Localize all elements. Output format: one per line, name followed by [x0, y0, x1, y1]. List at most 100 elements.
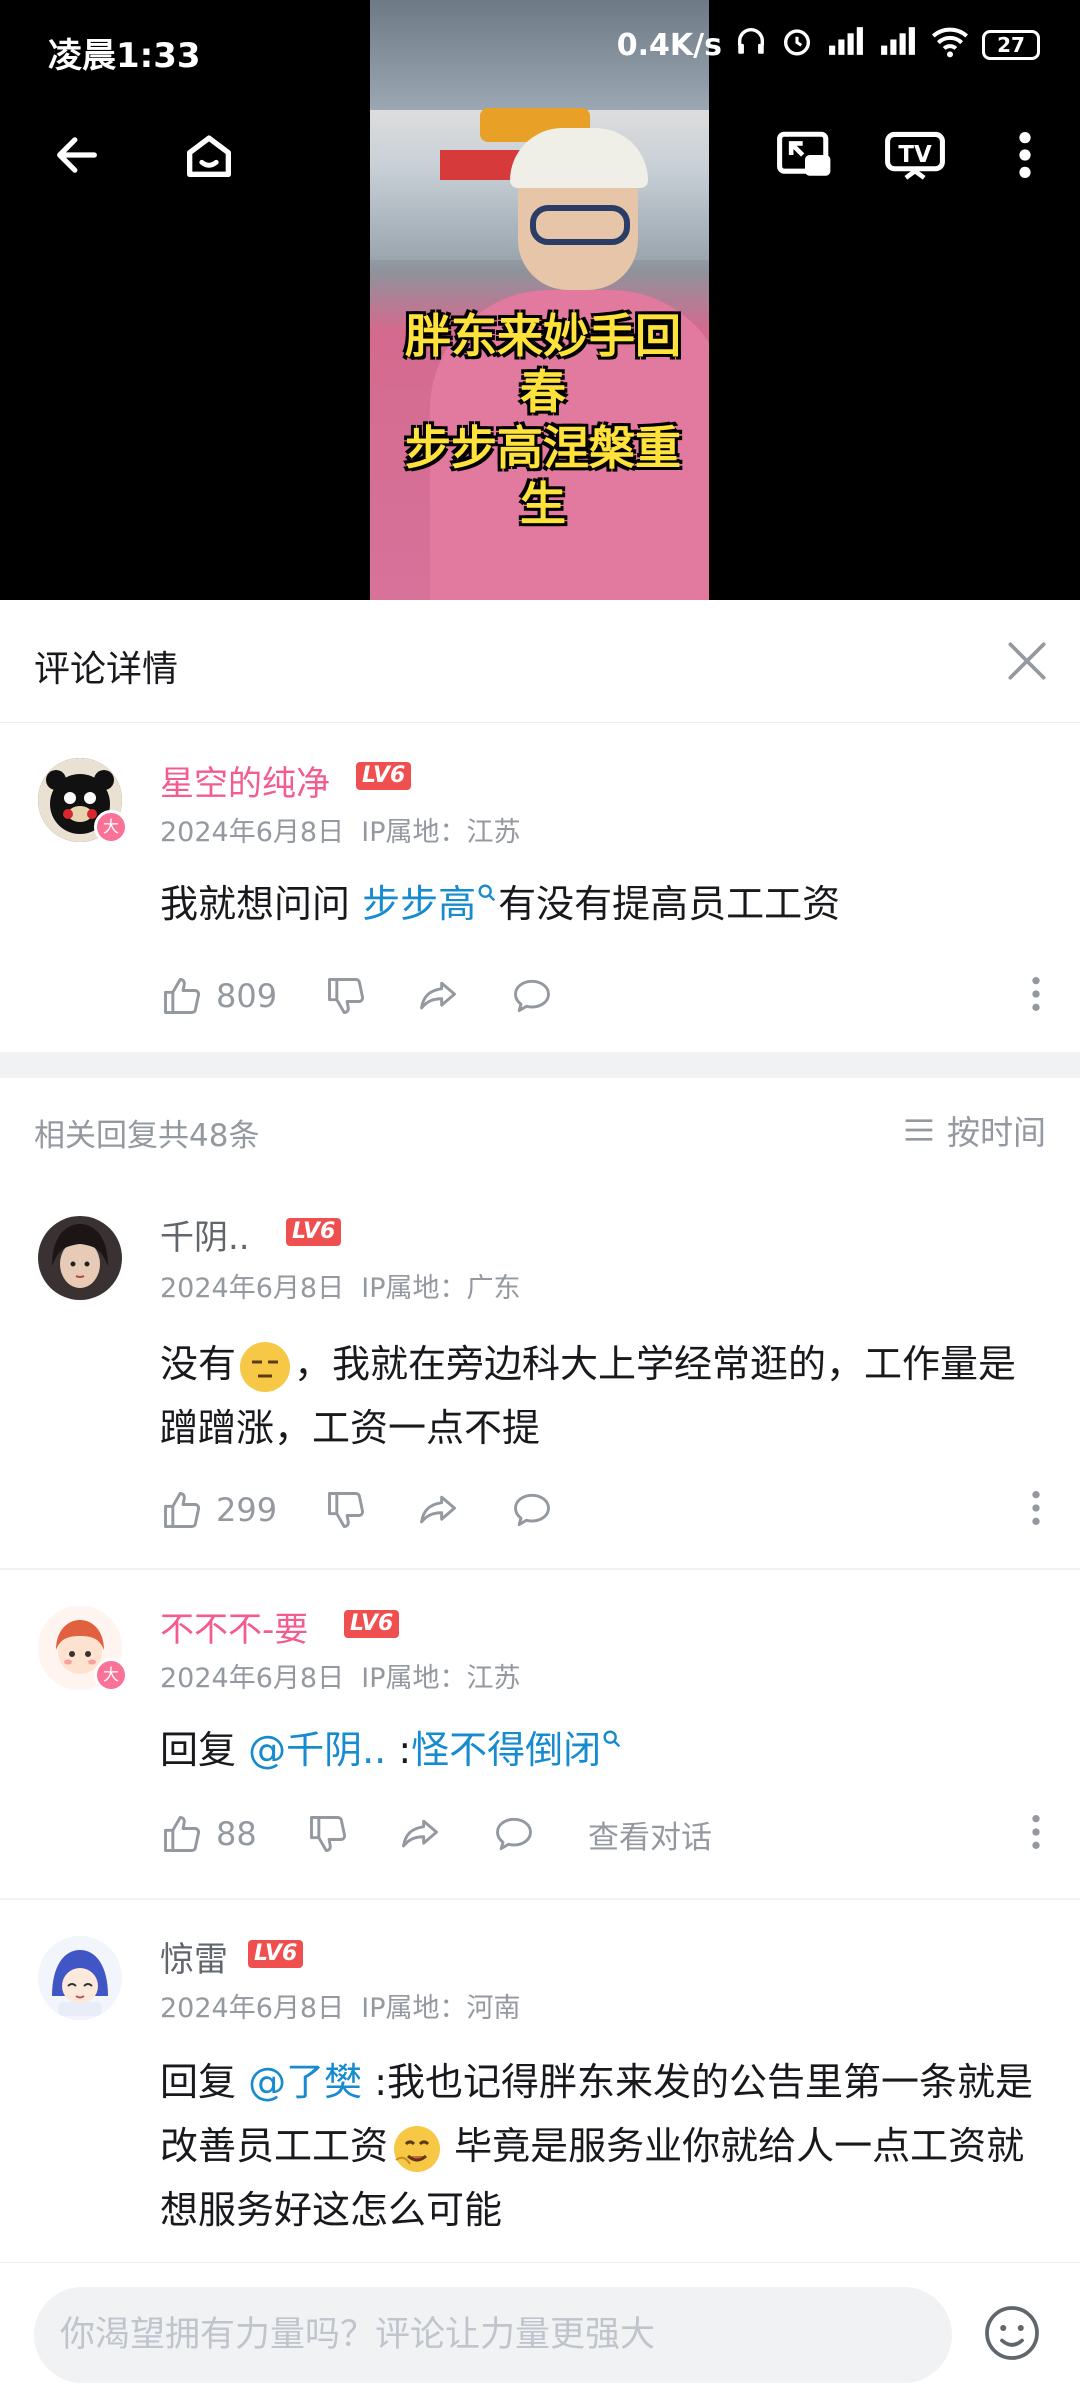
reply-button[interactable] — [492, 1806, 536, 1862]
comment-input-bar — [0, 2262, 1080, 2401]
thumbs-down-icon — [328, 1492, 364, 1528]
menu-lines-icon — [905, 1119, 933, 1141]
username[interactable]: 惊雷 — [160, 1932, 228, 1981]
girl-avatar-icon — [38, 1216, 122, 1300]
username[interactable]: 不不不-要 — [160, 1602, 308, 1651]
comment-text-part: 有没有提高员工工资 — [498, 882, 841, 926]
cast-tv-button[interactable]: TV — [880, 120, 950, 190]
comment-date: 2024年6月8日 — [160, 817, 345, 848]
home-button[interactable] — [174, 120, 244, 190]
thumbs-down-icon — [328, 978, 364, 1014]
username[interactable]: 星空的纯净 — [160, 756, 330, 805]
sort-label: 按时间 — [947, 1113, 1046, 1152]
comment-detail-header: 评论详情 — [0, 600, 1080, 723]
avatar[interactable] — [38, 1216, 122, 1300]
like-count: 299 — [216, 1491, 278, 1529]
reply-count: 相关回复共48条 — [34, 1118, 260, 1154]
reply-prefix: 回复 — [160, 1728, 249, 1772]
network-speed: 0.4K/s — [616, 27, 722, 63]
share-button[interactable] — [398, 1806, 442, 1862]
comment-text-part: 我就想问问 — [160, 882, 363, 926]
level-badge: LV6 — [286, 1218, 342, 1246]
search-link-label: 步步高 — [362, 882, 477, 926]
video-person-glasses — [530, 205, 630, 245]
like-count: 809 — [216, 977, 278, 1015]
reply-button[interactable] — [510, 1482, 554, 1538]
like-button[interactable]: 299 — [160, 1482, 277, 1538]
comment-meta: 2024年6月8日 IP属地：广东 — [160, 1266, 521, 1305]
comment-bubble-icon — [514, 1493, 550, 1527]
status-icons: 0.4K/s 27 — [617, 24, 1040, 66]
username[interactable]: 千阴.. — [160, 1210, 250, 1259]
avatar-badge: 大 — [94, 1658, 128, 1692]
search-link[interactable]: 怪不得倒闭 — [411, 1728, 623, 1772]
share-icon — [402, 1819, 438, 1848]
comment-ip: IP属地：广东 — [361, 1273, 521, 1304]
wifi-icon — [930, 24, 970, 66]
alarm-icon — [780, 24, 814, 66]
headphones-icon — [734, 24, 768, 66]
view-conversation-label: 查看对话 — [588, 1819, 712, 1856]
dislike-button[interactable] — [324, 1482, 368, 1538]
signal-icon-1 — [826, 24, 866, 66]
comment-date: 2024年6月8日 — [160, 1993, 345, 2024]
more-vertical-icon — [1032, 1491, 1040, 1525]
replies-header: 相关回复共48条 按时间 — [0, 1078, 1080, 1178]
comment-more-button[interactable] — [1030, 1812, 1042, 1856]
share-button[interactable] — [416, 968, 460, 1024]
more-vertical-icon — [1032, 977, 1040, 1011]
close-button[interactable] — [1002, 636, 1052, 686]
comment-text-part: 没有 — [160, 1342, 237, 1386]
thumbs-up-icon — [164, 978, 200, 1014]
comment-meta: 2024年6月8日 IP属地：江苏 — [160, 810, 521, 849]
thumbs-up-icon — [164, 1816, 200, 1852]
comment-more-button[interactable] — [1030, 1488, 1042, 1532]
level-badge: LV6 — [356, 762, 412, 790]
comment-more-button[interactable] — [1030, 974, 1042, 1018]
avatar-badge: 大 — [94, 810, 128, 844]
comment-date: 2024年6月8日 — [160, 1273, 345, 1304]
smiley-icon — [985, 2306, 1039, 2360]
share-button[interactable] — [416, 1482, 460, 1538]
comment-text-part: : — [386, 1728, 412, 1772]
dislike-button[interactable] — [306, 1806, 350, 1862]
like-button[interactable]: 88 — [160, 1806, 257, 1862]
reply-item: 千阴.. LV6 2024年6月8日 IP属地：广东 没有 ，我就在旁边科大上学经… — [0, 1178, 1080, 1568]
comment-text: 我就想问问 步步高 有没有提高员工工资 — [160, 872, 1040, 936]
video-top-controls: TV — [0, 110, 1080, 200]
signal-icon-2 — [878, 24, 918, 66]
comment-text: 回复 @千阴.. :怪不得倒闭 — [160, 1718, 1040, 1782]
mention-link[interactable]: @千阴.. — [248, 1728, 386, 1772]
like-button[interactable]: 809 — [160, 968, 277, 1024]
comment-bubble-icon — [514, 979, 550, 1013]
back-button[interactable] — [42, 120, 112, 190]
avatar[interactable] — [38, 1936, 122, 2020]
video-caption: 胖东来妙手回春 步步高涅槃重生 — [388, 308, 698, 532]
panel-title: 评论详情 — [34, 649, 179, 690]
more-vertical-icon — [1032, 1815, 1040, 1849]
picture-in-picture-button[interactable] — [770, 120, 840, 190]
sort-button[interactable]: 按时间 — [903, 1106, 1046, 1154]
dislike-button[interactable] — [324, 968, 368, 1024]
search-icon — [478, 884, 496, 902]
comment-input[interactable] — [34, 2287, 952, 2383]
emoji-icon — [240, 1341, 291, 1392]
mention-link[interactable]: @了樊 — [248, 2060, 362, 2104]
emoji-button[interactable] — [982, 2303, 1042, 2363]
comment-meta: 2024年6月8日 IP属地：河南 — [160, 1986, 521, 2025]
like-count: 88 — [216, 1815, 257, 1853]
video-player[interactable]: 胖东来妙手回春 步步高涅槃重生 凌晨1:33 0.4K/s 27 TV — [0, 0, 1080, 600]
reply-item: 惊雷 LV6 2024年6月8日 IP属地：河南 回复 @了樊 :我也记得胖东来… — [0, 1900, 1080, 2262]
thumbs-down-icon — [310, 1816, 346, 1852]
search-link[interactable]: 步步高 — [362, 882, 498, 926]
comment-text: 没有 ，我就在旁边科大上学经常逛的，工作量是蹭蹭涨，工资一点不提 — [160, 1332, 1040, 1460]
comment-ip: IP属地：河南 — [361, 1993, 521, 2024]
reply-button[interactable] — [510, 968, 554, 1024]
close-icon — [1008, 642, 1046, 680]
more-options-button[interactable] — [990, 120, 1060, 190]
svg-text:TV: TV — [898, 142, 932, 168]
section-divider — [0, 1052, 1080, 1078]
comment-actions: 88 查看对话 — [160, 1806, 1042, 1862]
view-conversation-button[interactable]: 查看对话 — [588, 1806, 712, 1862]
arrow-left-icon — [57, 137, 97, 173]
